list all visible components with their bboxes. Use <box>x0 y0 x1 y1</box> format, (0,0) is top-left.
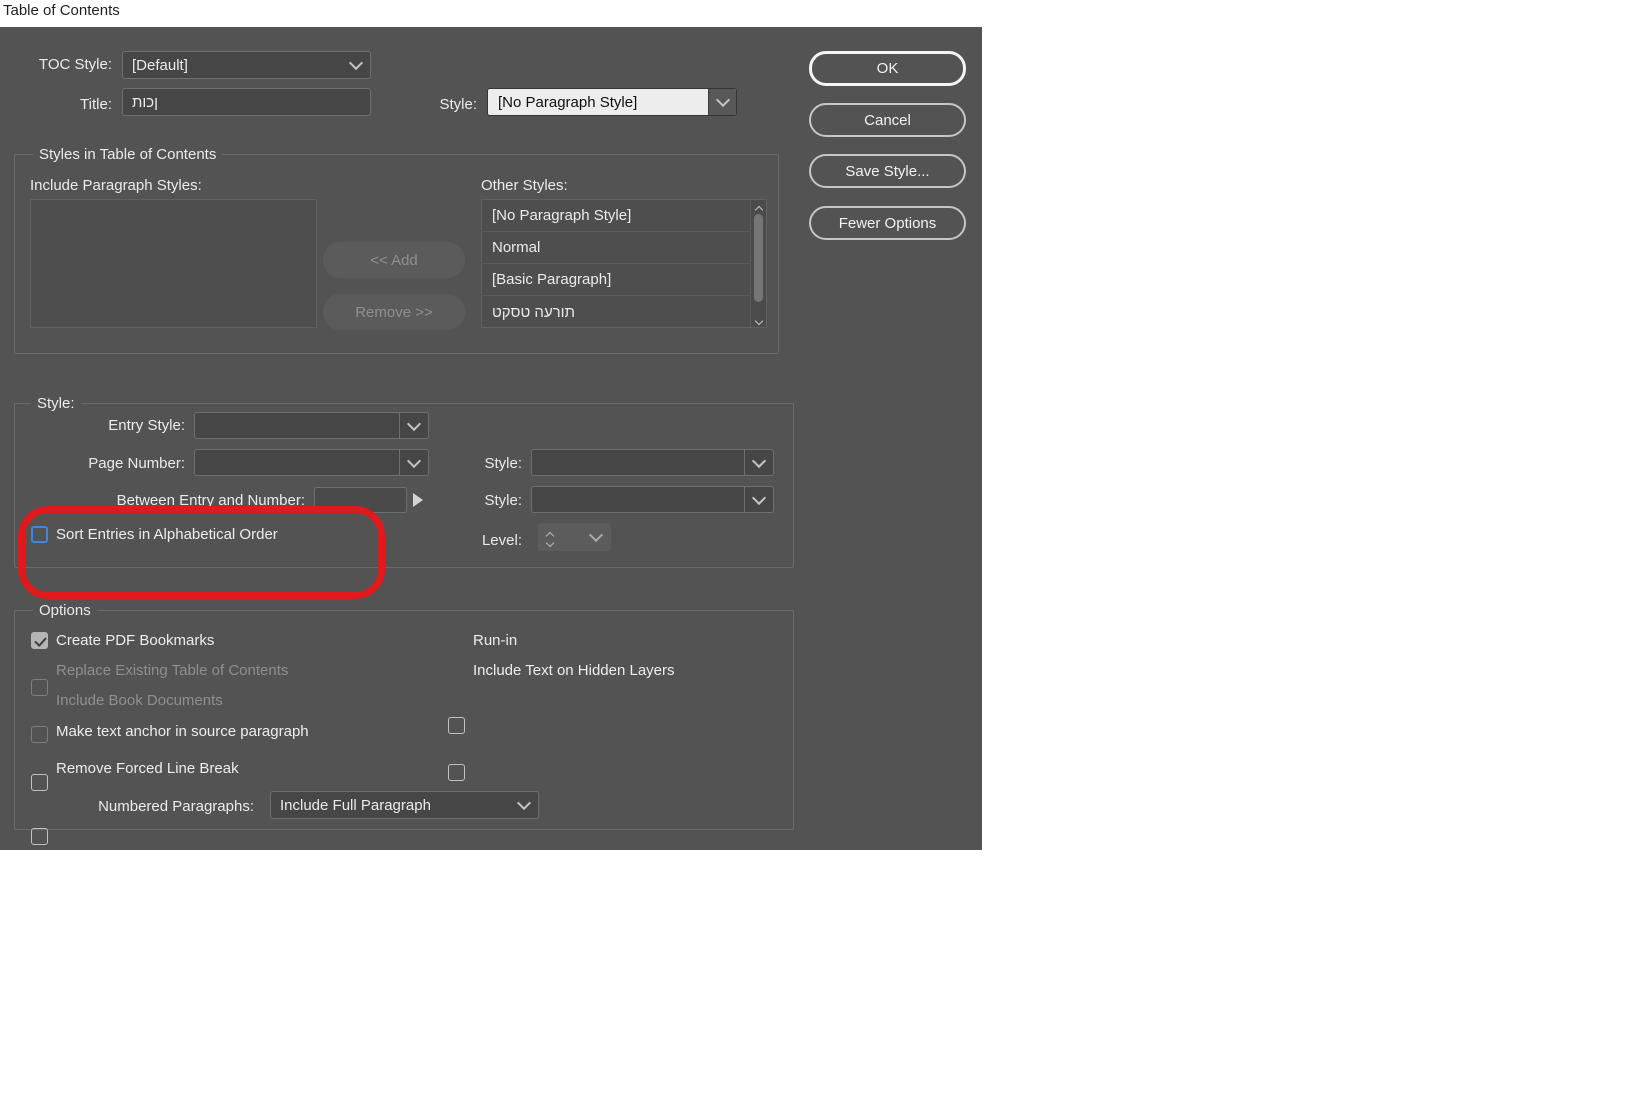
style-group-title: Style: <box>31 393 81 414</box>
make-text-anchor-checkbox[interactable] <box>31 774 48 791</box>
level-select[interactable] <box>562 523 611 551</box>
toc-style-select[interactable]: [Default] <box>122 51 371 79</box>
title-input[interactable]: תוכן <box>122 88 371 116</box>
list-item[interactable]: Normal <box>482 232 750 264</box>
add-button[interactable]: << Add <box>323 242 465 278</box>
sort-entries-label: Sort Entries in Alphabetical Order <box>56 526 278 543</box>
remove-forced-line-break-checkbox[interactable] <box>31 828 48 845</box>
fewer-options-button[interactable]: Fewer Options <box>809 206 966 240</box>
chevron-down-icon <box>744 487 773 512</box>
other-styles-list: [No Paragraph Style] Normal [Basic Parag… <box>481 199 767 328</box>
remove-forced-line-break-label: Remove Forced Line Break <box>56 760 239 777</box>
triangle-right-icon[interactable] <box>413 493 423 507</box>
between-entry-number-input[interactable] <box>314 487 407 513</box>
sort-entries-checkbox[interactable] <box>31 526 48 543</box>
page-number-style-label: Style: <box>484 492 522 509</box>
cancel-button[interactable]: Cancel <box>809 103 966 137</box>
include-book-documents-label: Include Book Documents <box>56 692 223 709</box>
entry-style-value <box>195 413 399 438</box>
title-value: תוכן <box>132 93 159 111</box>
include-book-documents-checkbox <box>31 726 48 743</box>
create-pdf-bookmarks-checkbox[interactable] <box>31 632 48 649</box>
make-text-anchor-label: Make text anchor in source paragraph <box>56 723 309 740</box>
numbered-paragraphs-value: Include Full Paragraph <box>280 796 431 814</box>
title-label: Title: <box>80 96 112 113</box>
entry-style-label: Entry Style: <box>108 417 185 434</box>
window-title: Table of Contents <box>3 2 120 19</box>
page-number-value <box>195 450 399 475</box>
numbered-paragraphs-select[interactable]: Include Full Paragraph <box>270 791 539 819</box>
level-control[interactable] <box>538 523 611 551</box>
include-paragraph-styles-list[interactable] <box>30 199 317 328</box>
run-in-checkbox[interactable] <box>448 717 465 734</box>
chevron-down-icon <box>744 450 773 475</box>
scrollbar[interactable] <box>750 200 766 327</box>
include-paragraph-styles-label: Include Paragraph Styles: <box>30 177 202 194</box>
scrollbar-thumb[interactable] <box>754 214 763 302</box>
include-text-hidden-layers-label: Include Text on Hidden Layers <box>473 662 675 679</box>
other-styles-label: Other Styles: <box>481 177 568 194</box>
between-entry-number-label: Between Entry and Number: <box>116 492 305 509</box>
page-number-style-value <box>532 487 744 512</box>
toc-style-value: [Default] <box>132 56 188 74</box>
include-text-hidden-layers-checkbox[interactable] <box>448 764 465 781</box>
entry-style-select[interactable] <box>194 412 429 439</box>
chevron-down-icon <box>399 450 428 475</box>
level-stepper[interactable] <box>538 523 562 551</box>
styles-in-toc-group: Styles in Table of Contents Include Para… <box>14 144 779 354</box>
page-number-select[interactable] <box>194 449 429 476</box>
paragraph-style-label: Style: <box>439 96 477 113</box>
numbered-paragraphs-label: Numbered Paragraphs: <box>98 798 254 815</box>
options-group: Options Create PDF Bookmarks Replace Exi… <box>14 600 794 845</box>
paragraph-style-select[interactable]: [No Paragraph Style] <box>487 88 737 116</box>
options-group-title: Options <box>33 600 97 621</box>
style-group: Style: Entry Style: Page Number: Between… <box>14 393 794 568</box>
create-pdf-bookmarks-label: Create PDF Bookmarks <box>56 632 215 649</box>
ok-button[interactable]: OK <box>809 51 966 86</box>
run-in-label: Run-in <box>473 632 518 649</box>
page-number-label: Page Number: <box>88 455 185 472</box>
entry-style-style-value <box>532 450 744 475</box>
entry-style-style-select[interactable] <box>531 449 774 476</box>
scroll-down-icon[interactable] <box>754 316 763 326</box>
styles-in-toc-group-title: Styles in Table of Contents <box>33 144 223 165</box>
paragraph-style-value: [No Paragraph Style] <box>498 93 638 111</box>
save-style-button[interactable]: Save Style... <box>809 154 966 188</box>
list-item[interactable]: [No Paragraph Style] <box>482 200 750 232</box>
chevron-down-icon <box>510 792 538 818</box>
chevron-down-icon <box>342 52 370 78</box>
chevron-down-icon <box>588 527 604 543</box>
level-label: Level: <box>481 532 522 549</box>
chevron-down-icon[interactable] <box>545 538 555 547</box>
page-number-style-select[interactable] <box>531 486 774 513</box>
replace-existing-toc-checkbox <box>31 679 48 696</box>
replace-existing-toc-label: Replace Existing Table of Contents <box>56 662 289 679</box>
chevron-down-icon <box>399 413 428 438</box>
remove-button[interactable]: Remove >> <box>323 294 465 330</box>
chevron-down-icon[interactable] <box>708 89 736 115</box>
entry-style-style-label: Style: <box>484 455 522 472</box>
scroll-up-icon[interactable] <box>754 205 763 215</box>
list-item[interactable]: [Basic Paragraph] <box>482 264 750 296</box>
toc-style-label: TOC Style: <box>38 56 112 73</box>
list-item[interactable]: טקסט הערות <box>482 296 750 328</box>
